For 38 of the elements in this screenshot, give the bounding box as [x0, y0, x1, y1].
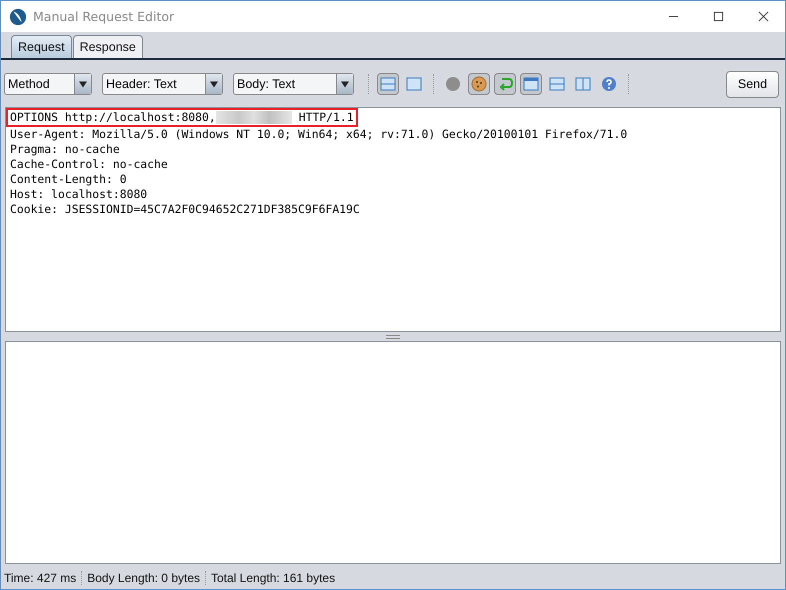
send-button[interactable]: Send	[726, 70, 779, 98]
caret-icon	[210, 80, 218, 88]
split-rows-icon	[549, 76, 565, 92]
header-line: Cache-Control: no-cache	[9, 157, 169, 172]
split-rows-icon	[380, 76, 396, 92]
window-icon	[523, 76, 539, 92]
toolbar-button[interactable]	[468, 73, 490, 95]
header-line: Pragma: no-cache	[9, 142, 121, 157]
maximize-icon[interactable]	[713, 11, 724, 22]
request-line-text: HTTP/1.1	[298, 110, 354, 125]
status-text: Time: 427 ms	[4, 571, 76, 585]
close-icon[interactable]	[758, 11, 769, 22]
header-line: Content-Length: 0	[9, 172, 128, 187]
app-logo-icon	[9, 8, 27, 26]
toolbar-button[interactable]	[377, 73, 399, 95]
request-line-text: OPTIONS http://localhost:8080,	[10, 110, 216, 125]
tab[interactable]: Response	[72, 35, 143, 58]
toolbar-button[interactable]	[494, 73, 516, 95]
circle-icon	[445, 76, 461, 92]
caret-icon	[341, 80, 349, 88]
return-arrow-icon	[497, 76, 513, 92]
panel-icon	[406, 76, 422, 92]
caret-icon	[79, 80, 87, 88]
dropdown[interactable]: Body: Text	[233, 73, 354, 95]
window-title: Manual Request Editor	[33, 9, 174, 24]
header-line: User-Agent: Mozilla/5.0 (Windows NT 10.0; Win64; x64; rv:71.0) Gecko/20100101 Firefox/71.0	[9, 127, 628, 142]
header-line: Host: localhost:8080	[9, 187, 148, 202]
split-columns-icon	[575, 76, 591, 92]
dropdown[interactable]: Header: Text	[102, 73, 223, 95]
status-text: Total Length: 161 bytes	[211, 571, 336, 585]
cookie-icon	[471, 76, 487, 92]
request-editor[interactable]	[5, 107, 781, 332]
status-text: Body Length: 0 bytes	[87, 571, 200, 585]
help-icon	[601, 76, 617, 92]
dropdown[interactable]: Method	[4, 73, 92, 95]
header-line: Cookie: JSESSIONID=45C7A2F0C94652C271DF385C9F6FA19C	[9, 202, 361, 217]
toolbar-button[interactable]	[520, 73, 542, 95]
tab[interactable]: Request	[11, 35, 72, 58]
